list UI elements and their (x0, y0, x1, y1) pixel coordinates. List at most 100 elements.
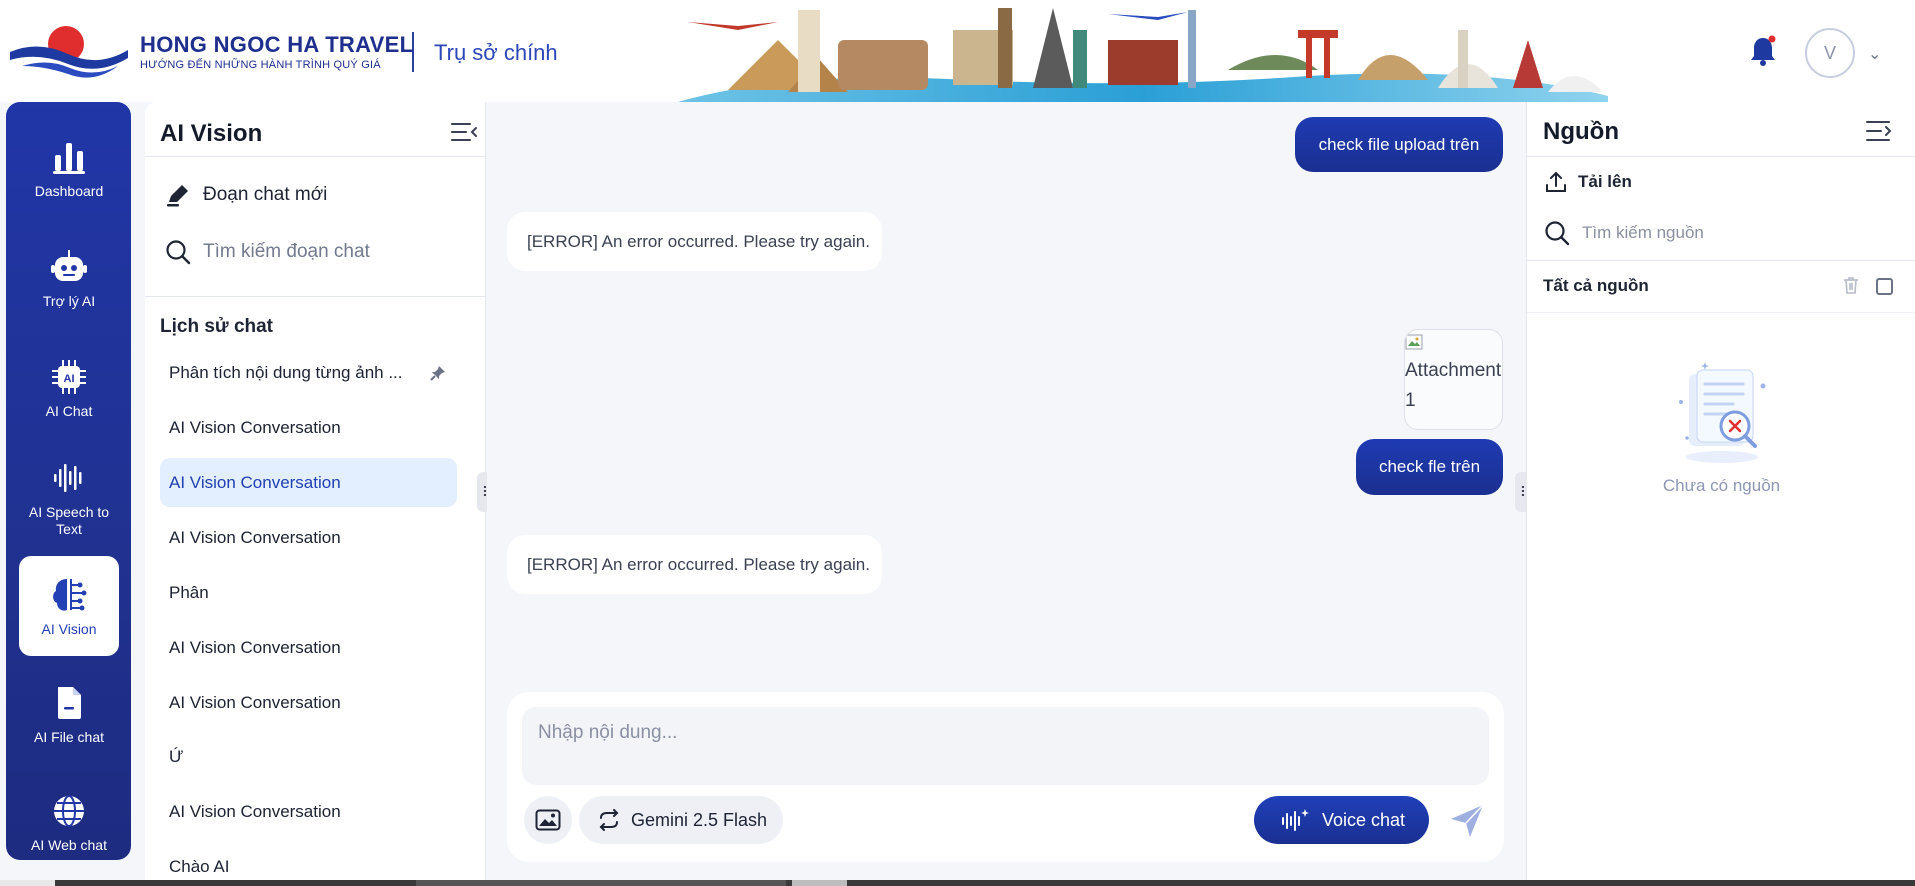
new-chat-label: Đoạn chat mới (203, 184, 328, 205)
search-icon (166, 240, 191, 265)
brand-logo[interactable]: HONG NGOC HA TRAVEL HƯỚNG ĐẾN NHỮNG HÀNH… (8, 22, 413, 80)
sources-search[interactable]: Tìm kiếm nguồn (1544, 220, 1704, 246)
taskbar-segment (416, 880, 786, 886)
attachment-alt: Attachment 1 (1405, 360, 1502, 411)
history-item[interactable]: Phân tích nội dung từng ảnh ... (160, 348, 457, 397)
history-item[interactable]: AI Vision Conversation (160, 623, 457, 672)
chevron-down-icon[interactable]: ⌄ (1868, 44, 1881, 64)
history-item[interactable]: AI Vision Conversation (160, 403, 457, 452)
chat-area: check file upload trên [ERROR] An error … (487, 102, 1525, 886)
pen-icon (167, 185, 188, 207)
voice-wave-icon (1282, 809, 1309, 831)
upload-icon (1546, 171, 1566, 192)
header-divider (412, 32, 414, 72)
sources-search-placeholder: Tìm kiếm nguồn (1582, 223, 1704, 242)
history-item-label: AI Vision Conversation (169, 801, 341, 821)
divider (1527, 156, 1915, 157)
send-button[interactable] (1445, 799, 1489, 843)
collapse-panel-icon[interactable] (450, 120, 478, 144)
chat-search-placeholder: Tìm kiếm đoạn chat (203, 241, 370, 262)
brain-icon (53, 578, 87, 611)
select-all-checkbox[interactable] (1876, 278, 1893, 295)
nav-ai-vision[interactable]: AI Vision (19, 556, 119, 656)
history-item-label: AI Vision Conversation (169, 417, 341, 437)
user-message: check file upload trên (1295, 117, 1503, 172)
history-item-label: AI Vision Conversation (169, 472, 341, 492)
assistant-message: [ERROR] An error occurred. Please try ag… (507, 212, 882, 271)
brand-slogan: HƯỚNG ĐẾN NHỮNG HÀNH TRÌNH QUÝ GIÁ (140, 58, 381, 71)
nav-label: Trợ lý AI (42, 292, 96, 309)
nav-label: AI Chat (45, 402, 93, 419)
image-upload-button[interactable] (524, 796, 572, 844)
divider (145, 296, 485, 297)
history-item[interactable]: Ứ (160, 732, 457, 781)
chat-search[interactable]: Tìm kiếm đoạn chat (165, 239, 370, 265)
chat-list-panel: AI Vision Đoạn chat mới Tìm kiếm đoạn ch… (145, 102, 486, 886)
history-item-active[interactable]: AI Vision Conversation (160, 458, 457, 507)
all-sources-label: Tất cả nguồn (1543, 276, 1649, 295)
empty-sources-illustration (1679, 362, 1766, 463)
trash-icon[interactable] (1841, 275, 1861, 295)
upload-source-button[interactable]: Tải lên (1544, 170, 1632, 194)
pin-icon[interactable] (429, 364, 447, 382)
history-item-label: AI Vision Conversation (169, 692, 341, 712)
sources-title: Nguồn (1543, 118, 1619, 145)
switch-model-icon (599, 809, 619, 831)
main-nav: Dashboard Trợ lý AI AI AI Chat AI Speech… (6, 102, 131, 860)
history-item-label: Phân (169, 582, 209, 602)
taskbar-segment (0, 880, 55, 886)
bar-chart-icon (53, 142, 85, 174)
history-item[interactable]: AI Vision Conversation (160, 787, 457, 836)
landmarks-banner (678, 8, 1608, 102)
divider (1527, 260, 1915, 261)
new-chat-button[interactable]: Đoạn chat mới (165, 182, 327, 208)
image-icon (535, 809, 561, 831)
brand-name: HONG NGOC HA TRAVEL (140, 31, 414, 57)
message-input[interactable] (522, 707, 1489, 785)
broken-image-icon (1405, 334, 1423, 350)
history-item[interactable]: AI Vision Conversation (160, 513, 457, 562)
collapse-sources-icon[interactable] (1865, 118, 1893, 144)
ai-chip-icon: AI (52, 359, 86, 394)
history-item-label: AI Vision Conversation (169, 527, 341, 547)
history-item-label: Phân tích nội dung từng ảnh ... (169, 362, 403, 382)
user-avatar[interactable]: V (1805, 28, 1855, 78)
svg-text:AI: AI (64, 373, 75, 385)
nav-ai-web-chat[interactable]: AI Web chat (19, 772, 119, 872)
empty-sources-text: Chưa có nguồn (1662, 476, 1781, 495)
site-name[interactable]: Trụ sở chính (434, 40, 558, 66)
voice-chat-button[interactable]: Voice chat (1254, 796, 1429, 844)
upload-label: Tải lên (1578, 172, 1632, 191)
globe-icon (54, 794, 84, 827)
model-name: Gemini 2.5 Flash (631, 809, 768, 830)
sources-panel: Nguồn Tải lên Tìm kiếm nguồn Tất cả nguồ… (1526, 102, 1915, 886)
taskbar-strip (0, 880, 1915, 886)
notification-bell-icon[interactable] (1748, 34, 1778, 68)
top-header: HONG NGOC HA TRAVEL HƯỚNG ĐẾN NHỮNG HÀNH… (0, 0, 1915, 102)
panel-title: AI Vision (160, 120, 263, 147)
file-icon (58, 686, 81, 719)
search-icon (1545, 221, 1570, 246)
divider (145, 156, 485, 157)
model-selector[interactable]: Gemini 2.5 Flash (579, 796, 783, 844)
nav-label: AI File chat (33, 728, 105, 745)
assistant-message: [ERROR] An error occurred. Please try ag… (507, 535, 882, 594)
nav-dashboard[interactable]: Dashboard (19, 118, 119, 218)
attachment-thumbnail[interactable]: Attachment 1 (1404, 329, 1503, 430)
voice-chat-label: Voice chat (1322, 809, 1406, 830)
nav-ai-speech-to-text[interactable]: AI Speech to Text (19, 448, 119, 548)
logo-sun-wave-icon (10, 26, 128, 78)
nav-label: Dashboard (34, 182, 104, 199)
history-item[interactable]: AI Vision Conversation (160, 678, 457, 727)
nav-ai-chat[interactable]: AI AI Chat (19, 338, 119, 438)
history-heading: Lịch sử chat (160, 316, 274, 337)
nav-label: AI Web chat (30, 836, 107, 853)
nav-ai-file-chat[interactable]: AI File chat (19, 664, 119, 764)
waveform-icon (54, 464, 82, 492)
nav-ai-assistant[interactable]: Trợ lý AI (19, 228, 119, 328)
history-item-label: Ứ (169, 746, 184, 766)
history-item-label: AI Vision Conversation (169, 637, 341, 657)
user-message: check fle trên (1356, 439, 1503, 495)
history-item[interactable]: Phân (160, 568, 457, 617)
send-icon (1451, 804, 1484, 837)
